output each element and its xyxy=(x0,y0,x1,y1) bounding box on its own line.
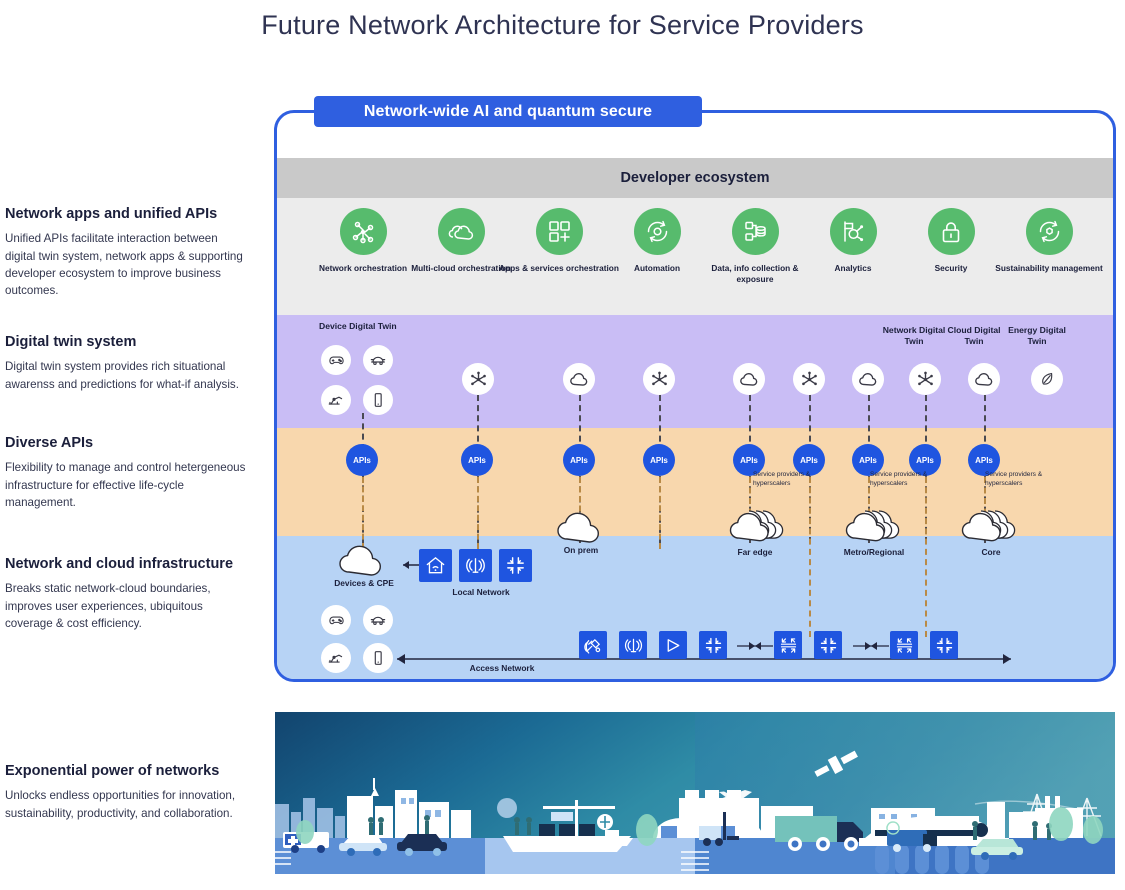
api-node[interactable]: APIs xyxy=(461,444,493,476)
sidebar-heading: Network and cloud infrastructure xyxy=(5,556,234,572)
sidebar-block-network-apps: Network apps and unified APIs Unified AP… xyxy=(5,205,249,300)
api-label: APIs xyxy=(468,455,486,465)
api-label: APIs xyxy=(975,455,993,465)
amplifier-icon[interactable] xyxy=(659,631,687,659)
ribbon-label: Network-wide AI and quantum secure xyxy=(363,102,653,120)
cloud-icon xyxy=(563,363,595,395)
label-metro-regional: Metro/Regional xyxy=(843,547,905,557)
page-title: Future Network Architecture for Service … xyxy=(261,10,864,40)
bidirectional-arrow xyxy=(737,642,773,650)
api-label: APIs xyxy=(740,455,758,465)
phone-icon xyxy=(363,385,393,415)
cloud-icon xyxy=(733,363,765,395)
app-sustainability-management[interactable]: Sustainability management xyxy=(989,208,1109,274)
developer-ecosystem-label: Developer ecosystem xyxy=(620,170,770,186)
label-local-network: Local Network xyxy=(452,587,510,597)
api-label: APIs xyxy=(800,455,818,465)
router-icon[interactable] xyxy=(499,549,532,582)
network-node-icon xyxy=(462,363,494,395)
robot-arm-icon xyxy=(321,643,351,673)
twin-label-cloud: Cloud Digital Twin xyxy=(947,325,1001,347)
sidebar-heading: Diverse APIs xyxy=(5,435,94,451)
gamepad-icon xyxy=(321,345,351,375)
sidebar-block-exponential-power: Exponential power of networks Unlocks en… xyxy=(5,762,249,822)
connector-dash xyxy=(809,477,811,637)
home-wifi-icon[interactable] xyxy=(419,549,452,582)
api-label: APIs xyxy=(650,455,668,465)
network-node-icon xyxy=(643,363,675,395)
sidebar-heading: Exponential power of networks xyxy=(5,763,220,779)
robot-arm-icon xyxy=(321,385,351,415)
label-core: Core xyxy=(981,547,1001,557)
devices-cpe-cloud-icon xyxy=(339,545,381,576)
sidebar-block-diverse-apis: Diverse APIs Flexibility to manage and c… xyxy=(5,434,249,511)
api-node[interactable]: APIs xyxy=(563,444,595,476)
antenna-icon[interactable] xyxy=(619,631,647,659)
connector-dash xyxy=(659,477,661,549)
automation-icon xyxy=(633,208,681,255)
core-cloud-icon xyxy=(961,510,1016,542)
gamepad-icon xyxy=(321,605,351,635)
service-providers-label: Service providers & hyperscalers xyxy=(985,471,1043,487)
car-icon xyxy=(363,605,393,635)
service-providers-label: Service providers & hyperscalers xyxy=(753,471,811,487)
api-label: APIs xyxy=(916,455,934,465)
sidebar-body: Flexibility to manage and control heterg… xyxy=(5,461,246,509)
multi-cloud-icon xyxy=(437,208,485,255)
car-icon xyxy=(363,345,393,375)
network-apps-row: Network orchestration Multi-cloud orches… xyxy=(277,208,1113,313)
leaf-icon xyxy=(1031,363,1063,395)
network-orchestration-icon xyxy=(339,208,387,255)
switch-icon[interactable] xyxy=(890,631,918,659)
lock-icon xyxy=(927,208,975,255)
api-label: APIs xyxy=(570,455,588,465)
network-society-illustration xyxy=(275,712,1115,880)
label-access-network: Access Network xyxy=(469,663,535,673)
connector-dash xyxy=(362,477,364,549)
connector-dash xyxy=(477,477,479,549)
sidebar-body: Unified APIs facilitate interaction betw… xyxy=(5,232,243,298)
api-label: APIs xyxy=(353,455,371,465)
cloud-icon xyxy=(968,363,1000,395)
sidebar-block-network-cloud-infra: Network and cloud infrastructure Breaks … xyxy=(5,555,249,632)
antenna-icon[interactable] xyxy=(459,549,492,582)
bidirectional-arrow xyxy=(853,642,889,650)
twin-label-device: Device Digital Twin xyxy=(319,321,397,331)
sidebar-body: Digital twin system provides rich situat… xyxy=(5,360,239,391)
phone-icon xyxy=(363,643,393,673)
sidebar-heading: Network apps and unified APIs xyxy=(5,206,218,222)
router-icon[interactable] xyxy=(930,631,958,659)
sidebar-body: Unlocks endless opportunities for innova… xyxy=(5,789,236,820)
cloud-icon xyxy=(852,363,884,395)
satellite-icon[interactable] xyxy=(579,631,607,659)
app-label: Sustainability management xyxy=(995,263,1103,273)
apps-services-icon xyxy=(535,208,583,255)
label-devices-cpe: Devices & CPE xyxy=(334,578,394,588)
network-node-icon xyxy=(909,363,941,395)
label-on-prem: On prem xyxy=(563,545,599,555)
twin-label-energy: Energy Digital Twin xyxy=(1008,325,1066,347)
far-edge-cloud-icon xyxy=(729,510,784,542)
router-icon[interactable] xyxy=(814,631,842,659)
sustainability-icon xyxy=(1025,208,1073,255)
sidebar-heading: Digital twin system xyxy=(5,334,137,350)
sidebar-block-digital-twin: Digital twin system Digital twin system … xyxy=(5,333,249,393)
router-icon[interactable] xyxy=(699,631,727,659)
sidebar-body: Breaks static network-cloud boundaries, … xyxy=(5,582,211,630)
api-label: APIs xyxy=(859,455,877,465)
network-node-icon xyxy=(793,363,825,395)
service-providers-label: Service providers & hyperscalers xyxy=(870,471,928,487)
connector-dash xyxy=(925,477,927,637)
label-far-edge: Far edge xyxy=(737,547,773,557)
switch-icon[interactable] xyxy=(774,631,802,659)
api-node[interactable]: APIs xyxy=(643,444,675,476)
network-wide-ai-ribbon: Network-wide AI and quantum secure xyxy=(314,96,702,127)
api-node[interactable]: APIs xyxy=(346,444,378,476)
analytics-icon xyxy=(829,208,877,255)
metro-regional-cloud-icon xyxy=(845,510,900,542)
on-prem-cloud-icon xyxy=(557,512,599,543)
architecture-panel: Developer ecosystem Network orchestratio… xyxy=(274,110,1116,682)
data-collection-icon xyxy=(731,208,779,255)
